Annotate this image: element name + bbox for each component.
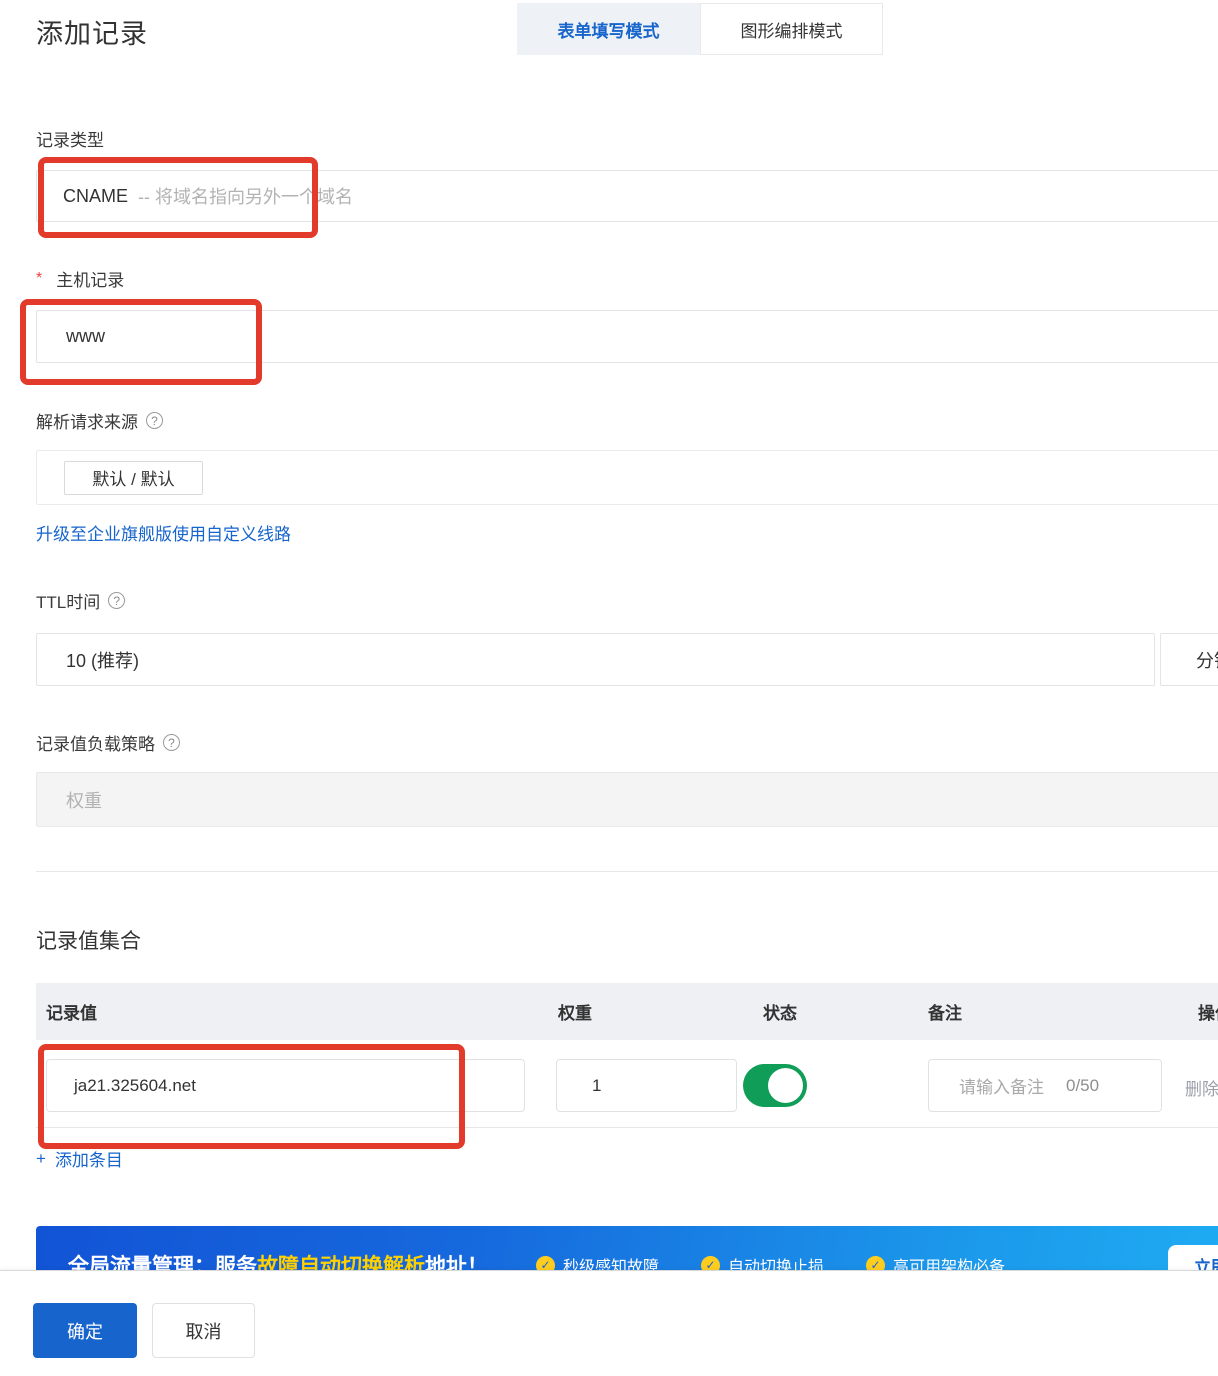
mode-tab-group: 表单填写模式 图形编排模式	[517, 3, 883, 55]
check-icon: ✓	[701, 1256, 720, 1271]
table-row: ja21.325604.net 1 请输入备注 0/50 删除	[36, 1040, 1218, 1128]
record-type-hint: -- 将域名指向另外一个域名	[138, 183, 353, 209]
host-record-label-text: 主机记录	[56, 266, 124, 291]
host-record-value: www	[66, 326, 105, 347]
add-record-dialog: 添加记录 表单填写模式 图形编排模式 记录类型 CNAME -- 将域名指向另外…	[0, 0, 1218, 1376]
ttl-unit-select[interactable]: 分钟	[1160, 633, 1218, 686]
feature-item: ✓ 自动切换止损	[701, 1253, 824, 1270]
ttl-input[interactable]: 10 (推荐)	[36, 633, 1155, 686]
delete-row-button[interactable]: 删除	[1185, 1075, 1218, 1100]
dialog-footer: 确定 取消	[0, 1270, 1218, 1376]
check-icon: ✓	[866, 1256, 885, 1271]
feature-item: ✓ 高可用架构必备	[866, 1253, 1005, 1270]
status-toggle[interactable]	[743, 1064, 807, 1107]
tab-form-mode[interactable]: 表单填写模式	[517, 3, 700, 55]
col-record-value: 记录值	[46, 999, 97, 1024]
weight-text: 1	[592, 1076, 601, 1096]
col-weight: 权重	[558, 999, 592, 1024]
help-icon[interactable]: ?	[146, 412, 163, 429]
line-source-label-text: 解析请求来源	[36, 408, 138, 433]
section-divider	[36, 871, 1218, 872]
load-policy-input: 权重	[36, 772, 1218, 827]
plus-icon: +	[36, 1149, 46, 1169]
record-type-value: CNAME	[63, 186, 128, 207]
remark-counter: 0/50	[1066, 1076, 1099, 1096]
load-policy-label-text: 记录值负载策略	[36, 730, 155, 755]
record-type-label: 记录类型	[36, 126, 104, 151]
record-value-text: ja21.325604.net	[74, 1076, 196, 1096]
page-title: 添加记录	[36, 12, 148, 51]
promo-banner[interactable]: 全局流量管理：服务故障自动切换解析地址！ ✓ 秒级感知故障 ✓ 自动切换止损 ✓…	[36, 1226, 1218, 1270]
remark-input[interactable]: 请输入备注 0/50	[928, 1059, 1162, 1112]
cancel-button[interactable]: 取消	[152, 1303, 255, 1358]
promo-action-button[interactable]: 立即	[1168, 1245, 1218, 1270]
remark-placeholder: 请输入备注	[959, 1073, 1044, 1098]
tab-graphic-mode[interactable]: 图形编排模式	[700, 3, 883, 55]
load-policy-label: 记录值负载策略 ?	[36, 730, 180, 755]
line-source-chip[interactable]: 默认 / 默认	[64, 461, 203, 495]
feature-item: ✓ 秒级感知故障	[536, 1253, 659, 1270]
col-status: 状态	[763, 999, 797, 1024]
ttl-label: TTL时间 ?	[36, 588, 125, 613]
record-set-table-header: 记录值 权重 状态 备注 操作	[36, 983, 1218, 1040]
line-source-select[interactable]: 默认 / 默认	[36, 450, 1218, 505]
promo-banner-content: 全局流量管理：服务故障自动切换解析地址！ ✓ 秒级感知故障 ✓ 自动切换止损 ✓…	[68, 1250, 1005, 1270]
line-source-label: 解析请求来源 ?	[36, 408, 163, 433]
weight-input[interactable]: 1	[556, 1059, 737, 1112]
promo-title: 全局流量管理：服务故障自动切换解析地址！	[68, 1250, 488, 1270]
ttl-unit: 分钟	[1196, 647, 1218, 673]
help-icon[interactable]: ?	[108, 592, 125, 609]
add-entry-link[interactable]: + 添加条目	[36, 1146, 123, 1171]
feature-label: 自动切换止损	[728, 1253, 824, 1270]
feature-label: 秒级感知故障	[563, 1253, 659, 1270]
ttl-value: 10 (推荐)	[66, 647, 139, 673]
record-set-heading: 记录值集合	[36, 925, 141, 955]
host-record-label: * 主机记录	[36, 266, 124, 291]
required-asterisk: *	[36, 270, 42, 288]
help-icon[interactable]: ?	[163, 734, 180, 751]
promo-features: ✓ 秒级感知故障 ✓ 自动切换止损 ✓ 高可用架构必备	[536, 1253, 1005, 1270]
ttl-label-text: TTL时间	[36, 588, 100, 613]
col-action: 操作	[1198, 999, 1218, 1024]
add-entry-label: 添加条目	[55, 1146, 123, 1171]
check-icon: ✓	[536, 1256, 555, 1271]
upgrade-link[interactable]: 升级至企业旗舰版使用自定义线路	[36, 520, 291, 545]
col-remark: 备注	[928, 999, 962, 1024]
record-type-select[interactable]: CNAME -- 将域名指向另外一个域名	[36, 170, 1218, 222]
load-policy-value: 权重	[66, 787, 102, 813]
confirm-button[interactable]: 确定	[33, 1303, 137, 1358]
toggle-knob	[768, 1068, 803, 1103]
feature-label: 高可用架构必备	[893, 1253, 1005, 1270]
record-value-input[interactable]: ja21.325604.net	[46, 1059, 525, 1112]
host-record-input[interactable]: www	[36, 310, 1218, 363]
